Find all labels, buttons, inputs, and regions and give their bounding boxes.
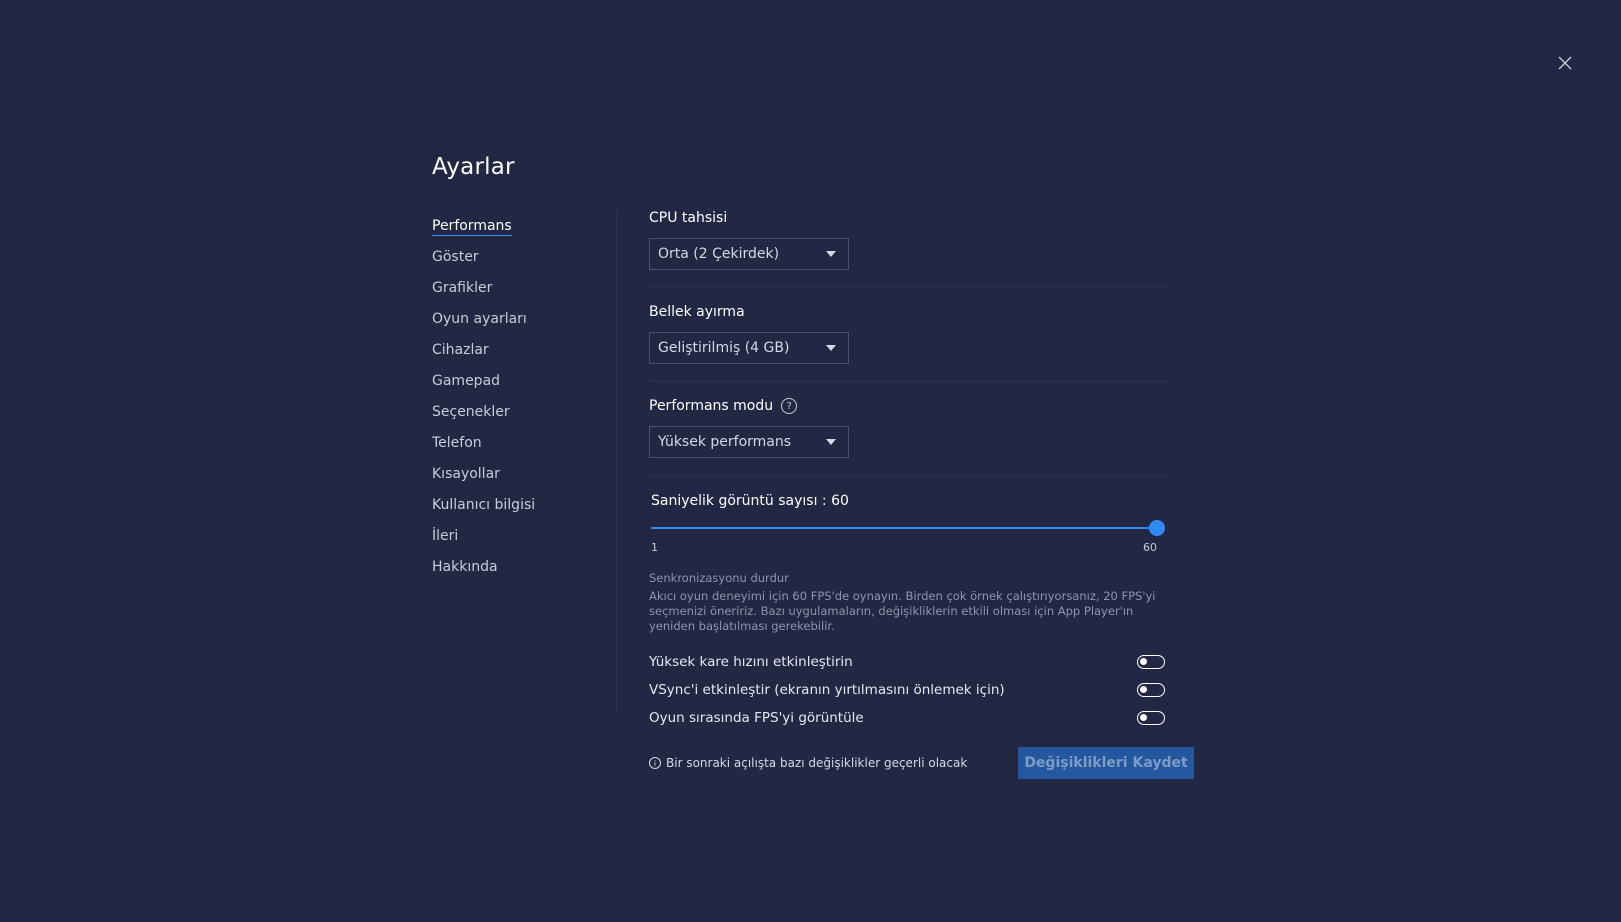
sidebar-item-performans[interactable]: Performans: [432, 214, 617, 245]
help-icon[interactable]: ?: [781, 398, 798, 414]
sidebar-item-label: Cihazlar: [432, 342, 489, 358]
toggle-label: Oyun sırasında FPS'yi görüntüle: [649, 710, 864, 726]
chevron-down-icon: [826, 251, 836, 257]
fps-slider-min-label: 1: [651, 541, 658, 554]
info-icon: i: [649, 757, 661, 769]
sidebar-item-gamepad[interactable]: Gamepad: [432, 369, 617, 400]
sync-label: Senkronizasyonu durdur: [649, 571, 789, 585]
memory-label: Bellek ayırma: [649, 304, 745, 320]
sidebar-item-label: Oyun ayarları: [432, 311, 527, 327]
toggle-label: VSync'i etkinleştir (ekranın yırtılmasın…: [649, 682, 1005, 698]
cpu-label: CPU tahsisi: [649, 210, 728, 226]
show-fps-toggle[interactable]: [1137, 711, 1165, 725]
toggle-row-show-fps: Oyun sırasında FPS'yi görüntüle: [649, 704, 1169, 732]
restart-notice-text: Bir sonraki açılışta bazı değişiklikler …: [666, 756, 968, 770]
section-divider: [649, 286, 1169, 287]
cpu-select[interactable]: Orta (2 Çekirdek): [649, 238, 849, 270]
sidebar-item-label: Seçenekler: [432, 404, 510, 420]
sidebar-item-hakkinda[interactable]: Hakkında: [432, 555, 617, 586]
sidebar-item-telefon[interactable]: Telefon: [432, 431, 617, 462]
settings-footer: i Bir sonraki açılışta bazı değişiklikle…: [649, 747, 1194, 779]
sidebar-item-goster[interactable]: Göster: [432, 245, 617, 276]
performance-mode-select[interactable]: Yüksek performans: [649, 426, 849, 458]
sidebar-item-kisayollar[interactable]: Kısayollar: [432, 462, 617, 493]
close-button[interactable]: [1554, 52, 1576, 74]
memory-select-value: Geliştirilmiş (4 GB): [658, 340, 790, 356]
sidebar-item-label: Performans: [432, 218, 512, 236]
fps-slider-thumb[interactable]: [1149, 520, 1165, 536]
toggle-knob: [1140, 658, 1147, 665]
sidebar-item-oyun-ayarlari[interactable]: Oyun ayarları: [432, 307, 617, 338]
restart-notice: i Bir sonraki açılışta bazı değişiklikle…: [649, 756, 967, 770]
memory-select[interactable]: Geliştirilmiş (4 GB): [649, 332, 849, 364]
vsync-toggle[interactable]: [1137, 683, 1165, 697]
performance-panel: CPU tahsisi Orta (2 Çekirdek) Bellek ayı…: [649, 210, 1169, 732]
fps-slider-max-label: 60: [1143, 541, 1157, 554]
cpu-select-value: Orta (2 Çekirdek): [658, 246, 780, 262]
fps-slider-track[interactable]: [651, 527, 1157, 529]
sidebar-item-label: Kısayollar: [432, 466, 500, 482]
sidebar-item-label: İleri: [432, 528, 459, 544]
sidebar-item-label: Grafikler: [432, 280, 493, 296]
sidebar-item-grafikler[interactable]: Grafikler: [432, 276, 617, 307]
toggle-label: Yüksek kare hızını etkinleştirin: [649, 654, 853, 670]
chevron-down-icon: [826, 345, 836, 351]
save-changes-button[interactable]: Değişiklikleri Kaydet: [1018, 747, 1194, 779]
performance-mode-row: Performans modu ?: [649, 398, 1169, 414]
sidebar-item-cihazlar[interactable]: Cihazlar: [432, 338, 617, 369]
sidebar-item-kullanici-bilgisi[interactable]: Kullanıcı bilgisi: [432, 493, 617, 524]
sidebar-item-label: Göster: [432, 249, 479, 265]
toggle-knob: [1140, 686, 1147, 693]
sidebar-item-label: Hakkında: [432, 559, 498, 575]
close-icon: [1558, 56, 1572, 70]
toggle-list: Yüksek kare hızını etkinleştirin VSync'i…: [649, 648, 1169, 732]
settings-sidebar: Performans Göster Grafikler Oyun ayarlar…: [432, 214, 617, 586]
sidebar-item-label: Kullanıcı bilgisi: [432, 497, 536, 513]
toggle-knob: [1140, 714, 1147, 721]
page-title: Ayarlar: [432, 154, 515, 180]
fps-slider[interactable]: 1 60: [649, 509, 1169, 569]
section-divider: [649, 381, 1169, 382]
high-fps-toggle[interactable]: [1137, 655, 1165, 669]
sidebar-item-secenekler[interactable]: Seçenekler: [432, 400, 617, 431]
toggle-row-vsync: VSync'i etkinleştir (ekranın yırtılmasın…: [649, 676, 1169, 704]
section-divider: [649, 475, 1169, 476]
performance-mode-select-value: Yüksek performans: [658, 434, 792, 450]
sidebar-divider: [616, 212, 617, 712]
sidebar-item-label: Gamepad: [432, 373, 501, 389]
sidebar-item-ileri[interactable]: İleri: [432, 524, 617, 555]
fps-label: Saniyelik görüntü sayısı : 60: [651, 493, 849, 509]
toggle-row-high-fps: Yüksek kare hızını etkinleştirin: [649, 648, 1169, 676]
chevron-down-icon: [826, 439, 836, 445]
fps-description: Akıcı oyun deneyimi için 60 FPS'de oynay…: [649, 589, 1156, 633]
sidebar-item-label: Telefon: [432, 435, 482, 451]
performance-mode-label: Performans modu: [649, 398, 774, 414]
